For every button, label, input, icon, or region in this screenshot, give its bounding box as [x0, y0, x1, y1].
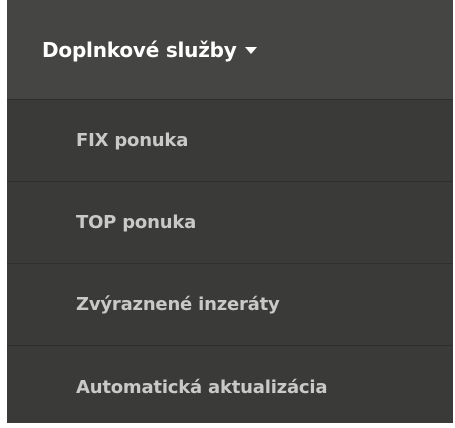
menu-item-zvyraznene-inzeraty[interactable]: Zvýraznené inzeráty [7, 264, 453, 346]
menu-item-label: Automatická aktualizácia [76, 376, 328, 398]
services-menu-toggle[interactable]: Doplnkové služby [7, 0, 453, 100]
menu-item-label: FIX ponuka [76, 130, 189, 151]
services-menu-title: Doplnkové služby [42, 37, 237, 62]
menu-item-automaticka-aktualizacia[interactable]: Automatická aktualizácia [7, 346, 453, 428]
services-dropdown-menu: Doplnkové služby FIX ponuka TOP ponuka Z… [7, 0, 453, 423]
menu-item-label: TOP ponuka [76, 212, 197, 233]
menu-item-label: Zvýraznené inzeráty [76, 294, 280, 315]
caret-down-icon [244, 47, 257, 54]
menu-item-fix-ponuka[interactable]: FIX ponuka [7, 100, 453, 182]
menu-item-top-ponuka[interactable]: TOP ponuka [7, 182, 453, 264]
